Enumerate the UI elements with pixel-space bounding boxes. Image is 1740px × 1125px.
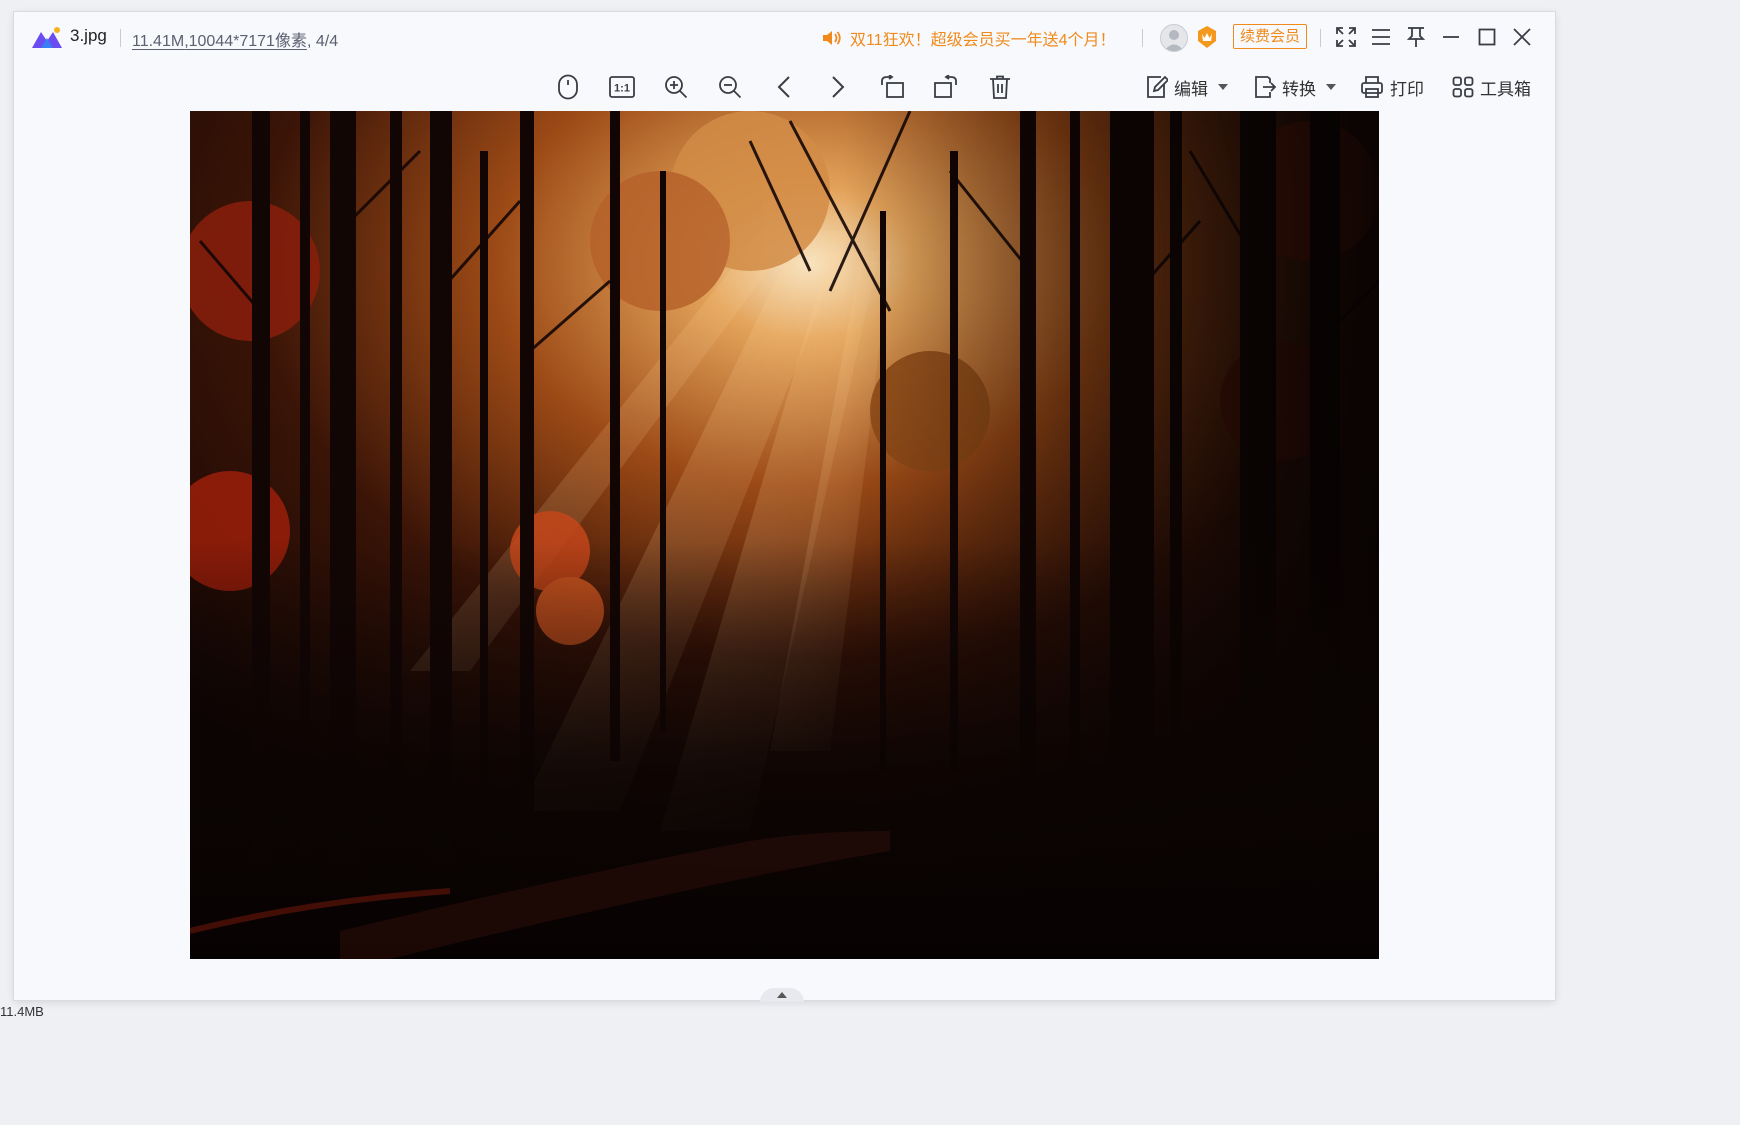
forest-photo bbox=[190, 111, 1379, 959]
grid-icon bbox=[1452, 76, 1474, 98]
rotate-left-icon[interactable] bbox=[876, 70, 908, 104]
previous-icon[interactable] bbox=[768, 70, 800, 104]
actual-size-icon: 1:1 bbox=[609, 76, 635, 98]
actual-size-label: 1:1 bbox=[614, 83, 630, 95]
toolbox-button[interactable]: 工具箱 bbox=[1452, 70, 1531, 104]
convert-label: 转换 bbox=[1282, 79, 1316, 99]
convert-button[interactable]: 转换 bbox=[1254, 70, 1336, 104]
maximize-icon[interactable] bbox=[1473, 23, 1501, 51]
mouse-icon[interactable] bbox=[552, 70, 584, 104]
app-logo-icon bbox=[30, 26, 64, 50]
divider bbox=[120, 29, 121, 47]
minimize-icon[interactable] bbox=[1437, 23, 1465, 51]
file-name: 3.jpg bbox=[70, 26, 107, 45]
image-canvas[interactable] bbox=[190, 111, 1379, 959]
file-size[interactable]: 11.41M bbox=[132, 33, 184, 50]
vip-crown-icon[interactable] bbox=[1196, 25, 1218, 49]
renew-membership-button[interactable]: 续费会员 bbox=[1233, 24, 1307, 49]
zoom-in-icon[interactable] bbox=[660, 70, 692, 104]
edit-label: 编辑 bbox=[1174, 79, 1208, 99]
print-label: 打印 bbox=[1390, 79, 1424, 99]
chevron-up-icon bbox=[777, 992, 787, 998]
edit-button[interactable]: 编辑 bbox=[1146, 70, 1228, 104]
actual-size-button[interactable]: 1:1 bbox=[606, 70, 638, 104]
delete-icon[interactable] bbox=[984, 70, 1016, 104]
close-icon[interactable] bbox=[1508, 23, 1536, 51]
background-status-text: 11.4MB bbox=[0, 1004, 44, 1019]
divider bbox=[1320, 29, 1321, 47]
title-bar: 3.jpg 11.41M,10044*7171像素, 4/4 双11狂欢！超级会… bbox=[14, 12, 1555, 62]
fullscreen-icon[interactable] bbox=[1332, 23, 1360, 51]
toolbox-label: 工具箱 bbox=[1480, 79, 1531, 99]
divider bbox=[1142, 29, 1143, 47]
speaker-icon bbox=[823, 31, 841, 45]
edit-icon bbox=[1147, 75, 1168, 98]
printer-icon bbox=[1361, 76, 1383, 98]
collapse-thumbnails-button[interactable] bbox=[760, 988, 804, 1002]
zoom-out-icon[interactable] bbox=[714, 70, 746, 104]
next-icon[interactable] bbox=[822, 70, 854, 104]
promo-text: 双11狂欢！超级会员买一年送4个月！ bbox=[850, 32, 1116, 49]
convert-icon bbox=[1255, 76, 1276, 98]
user-avatar[interactable] bbox=[1160, 24, 1188, 52]
menu-icon[interactable] bbox=[1367, 23, 1395, 51]
rotate-right-icon[interactable] bbox=[930, 70, 962, 104]
image-position: , 4/4 bbox=[306, 33, 339, 50]
pin-icon[interactable] bbox=[1402, 23, 1430, 51]
chevron-down-icon bbox=[1326, 84, 1336, 90]
print-button[interactable]: 打印 bbox=[1360, 70, 1424, 104]
promo-banner[interactable]: 双11狂欢！超级会员买一年送4个月！ bbox=[822, 26, 1116, 50]
file-info: 11.41M,10044*7171像素, 4/4 bbox=[132, 27, 338, 51]
viewer-window: 3.jpg 11.41M,10044*7171像素, 4/4 双11狂欢！超级会… bbox=[14, 12, 1555, 1002]
image-dimensions[interactable]: ,10044*7171像素 bbox=[184, 33, 307, 50]
toolbar: 1:1 编辑 转换 打印 工具箱 bbox=[14, 70, 1555, 106]
chevron-down-icon bbox=[1218, 84, 1228, 90]
